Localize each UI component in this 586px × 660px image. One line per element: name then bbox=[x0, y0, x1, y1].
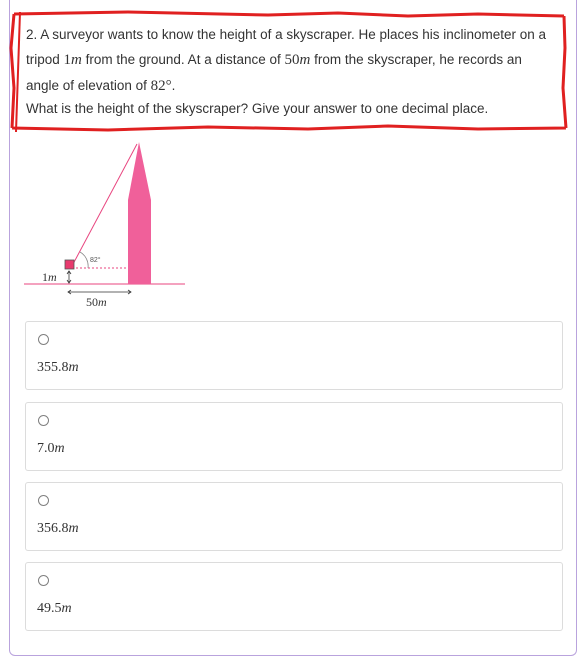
skyscraper-spire bbox=[128, 142, 151, 200]
skyscraper-diagram: 82° 1m 50m bbox=[24, 142, 185, 309]
answer-option-1[interactable]: 355.8m bbox=[25, 321, 563, 390]
question-box: 2. A surveyor wants to know the height o… bbox=[8, 8, 570, 134]
answer-option-label: 49.5m bbox=[37, 601, 72, 616]
distance-label: 50m bbox=[86, 295, 107, 309]
answer-option-2[interactable]: 7.0m bbox=[25, 402, 563, 471]
radio-button[interactable] bbox=[38, 415, 49, 426]
answer-option-label: 7.0m bbox=[37, 441, 65, 456]
line-of-sight bbox=[71, 143, 138, 267]
inclinometer-icon bbox=[64, 259, 75, 270]
radio-button[interactable] bbox=[38, 575, 49, 586]
height-label: 1m bbox=[42, 270, 57, 284]
question-prompt: What is the height of the skyscraper? Gi… bbox=[26, 101, 489, 116]
angle-label: 82° bbox=[90, 256, 101, 264]
answer-option-4[interactable]: 49.5m bbox=[25, 562, 563, 631]
radio-button[interactable] bbox=[38, 495, 49, 506]
question-text: 2. A surveyor wants to know the height o… bbox=[26, 27, 547, 94]
answer-option-label: 355.8m bbox=[37, 360, 79, 375]
answer-option-3[interactable]: 356.8m bbox=[25, 482, 563, 551]
radio-button[interactable] bbox=[38, 334, 49, 345]
angle-arc bbox=[79, 251, 89, 269]
skyscraper-body bbox=[128, 200, 151, 284]
answer-option-label: 356.8m bbox=[37, 521, 79, 536]
